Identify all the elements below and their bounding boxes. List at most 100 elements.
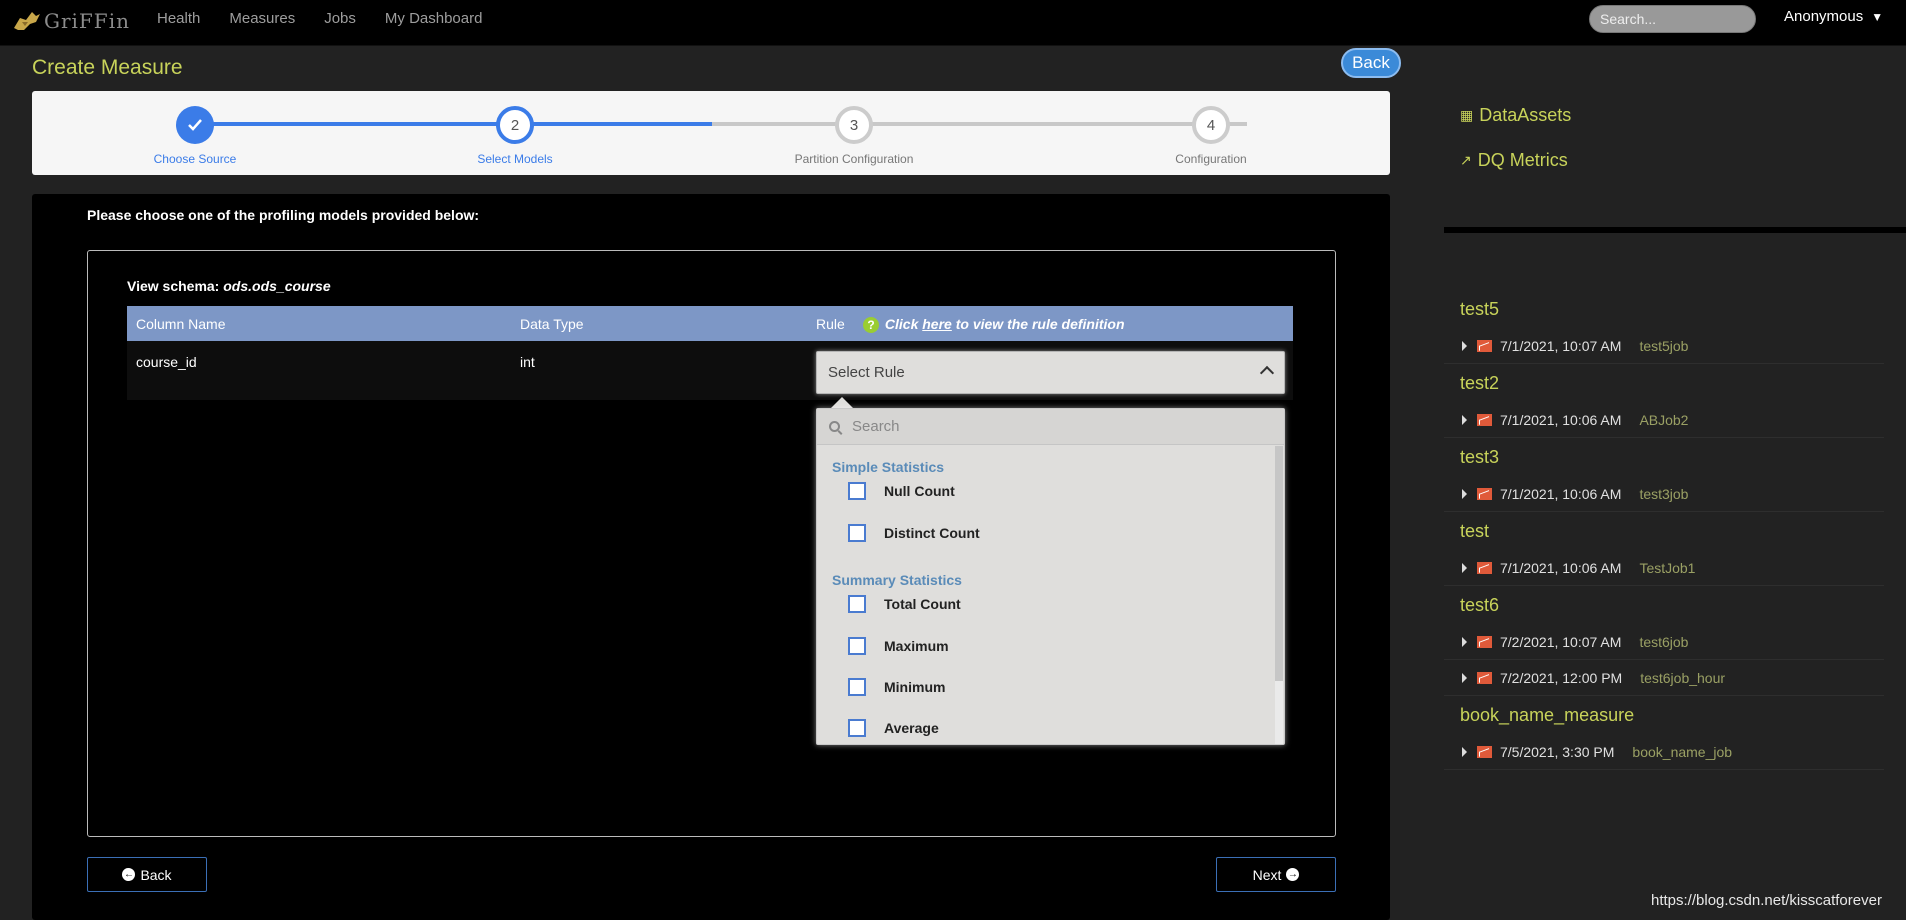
header-column-name: Column Name xyxy=(136,316,226,332)
chart-icon xyxy=(1477,413,1492,426)
job-name[interactable]: TestJob1 xyxy=(1639,560,1695,576)
nav-link-jobs[interactable]: Jobs xyxy=(324,10,356,27)
step-1-circle[interactable] xyxy=(176,106,214,144)
rule-hint: ? Click here to view the rule definition xyxy=(863,316,1125,333)
job-row[interactable]: 7/5/2021, 3:30 PM book_name_job xyxy=(1444,734,1884,770)
job-time: 7/1/2021, 10:06 AM xyxy=(1500,411,1622,428)
wizard-back-button[interactable]: ← Back xyxy=(87,857,207,892)
nav-link-my-dashboard[interactable]: My Dashboard xyxy=(385,10,483,27)
job-row[interactable]: 7/1/2021, 10:06 AM test3job xyxy=(1444,476,1884,512)
griffin-bird-icon xyxy=(14,12,40,30)
expand-arrow-icon[interactable] xyxy=(1462,488,1467,499)
checkbox[interactable] xyxy=(848,482,866,500)
job-name[interactable]: test6job xyxy=(1639,634,1688,650)
cell-data-type: int xyxy=(520,354,535,370)
step-4-circle[interactable]: 4 xyxy=(1192,106,1230,144)
expand-arrow-icon[interactable] xyxy=(1462,414,1467,425)
chart-icon xyxy=(1477,487,1492,500)
group-simple-statistics: Simple Statistics xyxy=(832,459,945,475)
job-row[interactable]: 7/1/2021, 10:06 AM ABJob2 xyxy=(1444,402,1884,438)
instruction-text: Please choose one of the profiling model… xyxy=(87,207,480,223)
expand-arrow-icon[interactable] xyxy=(1462,562,1467,573)
expand-arrow-icon[interactable] xyxy=(1462,672,1467,683)
step-2-circle[interactable]: 2 xyxy=(496,106,534,144)
header-rule: Rule xyxy=(816,316,845,332)
checkbox[interactable] xyxy=(848,678,866,696)
scrollbar-thumb[interactable] xyxy=(1275,446,1283,681)
job-time: 7/1/2021, 10:07 AM xyxy=(1500,337,1622,354)
checkbox[interactable] xyxy=(848,595,866,613)
question-icon: ? xyxy=(863,317,879,333)
option-label: Total Count xyxy=(884,596,961,612)
option-distinct-count[interactable]: Distinct Count xyxy=(848,524,980,542)
griffin-logo[interactable]: GriFFin xyxy=(12,6,130,36)
step-3-circle[interactable]: 3 xyxy=(835,106,873,144)
rule-select[interactable]: Select Rule xyxy=(816,351,1285,394)
user-menu[interactable]: Anonymous ▼ xyxy=(1784,8,1883,25)
expand-arrow-icon[interactable] xyxy=(1462,340,1467,351)
option-minimum[interactable]: Minimum xyxy=(848,678,945,696)
chart-icon xyxy=(1477,635,1492,648)
job-name[interactable]: book_name_job xyxy=(1632,744,1732,760)
measure-name[interactable]: test6 xyxy=(1444,586,1884,624)
nav-menu: Health Measures Jobs My Dashboard xyxy=(157,0,511,36)
global-search-input[interactable]: Search... xyxy=(1589,5,1756,33)
hint-prefix: Click xyxy=(884,316,919,332)
wizard-next-button[interactable]: Next → xyxy=(1216,857,1336,892)
option-maximum[interactable]: Maximum xyxy=(848,637,949,655)
job-name[interactable]: test5job xyxy=(1639,338,1688,354)
nav-link-measures[interactable]: Measures xyxy=(229,10,295,27)
watermark-text: https://blog.csdn.net/kisscatforever xyxy=(1651,892,1882,909)
nav-link-health[interactable]: Health xyxy=(157,10,200,27)
check-icon xyxy=(188,119,202,131)
dropdown-scrollbar[interactable] xyxy=(1275,446,1283,744)
job-name[interactable]: test3job xyxy=(1639,486,1688,502)
back-button[interactable]: Back xyxy=(1341,48,1401,78)
expand-arrow-icon[interactable] xyxy=(1462,746,1467,757)
user-icon: ▼ xyxy=(1871,9,1884,24)
option-label: Null Count xyxy=(884,483,955,499)
checkbox[interactable] xyxy=(848,637,866,655)
step-4-label: Configuration xyxy=(1175,152,1247,166)
measure-name[interactable]: test5 xyxy=(1444,290,1884,328)
job-time: 7/2/2021, 12:00 PM xyxy=(1500,669,1623,686)
option-total-count[interactable]: Total Count xyxy=(848,595,961,613)
step-1-label: Choose Source xyxy=(153,152,237,166)
job-time: 7/2/2021, 10:07 AM xyxy=(1500,633,1622,650)
rule-dropdown: Search Simple Statistics Null Count Dist… xyxy=(816,408,1285,745)
schema-label: View schema: xyxy=(127,278,220,294)
job-row[interactable]: 7/1/2021, 10:07 AM test5job xyxy=(1444,328,1884,364)
job-name[interactable]: test6job_hour xyxy=(1640,670,1725,686)
step-2-label: Select Models xyxy=(477,152,553,166)
sidebar-divider xyxy=(1444,227,1906,233)
measure-name[interactable]: test2 xyxy=(1444,364,1884,402)
checkbox[interactable] xyxy=(848,524,866,542)
job-time: 7/1/2021, 10:06 AM xyxy=(1500,559,1622,576)
arrow-left-circle-icon: ← xyxy=(122,868,136,881)
job-row[interactable]: 7/2/2021, 10:07 AM test6job xyxy=(1444,624,1884,660)
wizard-stepper: Choose Source 2 Select Models 3 Partitio… xyxy=(32,91,1390,175)
measure-name[interactable]: test xyxy=(1444,512,1884,550)
measure-name[interactable]: book_name_measure xyxy=(1444,696,1884,734)
job-row[interactable]: 7/2/2021, 12:00 PM test6job_hour xyxy=(1444,660,1884,696)
chart-icon xyxy=(1477,745,1492,758)
group-summary-statistics: Summary Statistics xyxy=(832,572,962,588)
measure-name[interactable]: test3 xyxy=(1444,438,1884,476)
sidebar-link-dq-metrics[interactable]: ↗ DQ Metrics xyxy=(1460,150,1568,171)
option-average[interactable]: Average xyxy=(848,719,939,737)
top-navbar: GriFFin Health Measures Jobs My Dashboar… xyxy=(0,0,1906,46)
rule-definition-link[interactable]: here xyxy=(922,316,952,332)
checkbox[interactable] xyxy=(848,719,866,737)
sidebar-link-dataassets[interactable]: ▦ DataAssets xyxy=(1460,105,1571,126)
back-label: Back xyxy=(140,866,172,883)
line-chart-icon: ↗ xyxy=(1460,152,1472,168)
cell-column-name: course_id xyxy=(136,354,197,370)
option-null-count[interactable]: Null Count xyxy=(848,482,955,500)
rule-search-input[interactable]: Search xyxy=(817,409,1284,445)
schema-name: ods.ods_course xyxy=(223,278,331,294)
expand-arrow-icon[interactable] xyxy=(1462,636,1467,647)
sidebar-link-label: DQ Metrics xyxy=(1477,150,1568,170)
page-title: Create Measure xyxy=(32,56,183,79)
job-name[interactable]: ABJob2 xyxy=(1639,412,1688,428)
job-row[interactable]: 7/1/2021, 10:06 AM TestJob1 xyxy=(1444,550,1884,586)
